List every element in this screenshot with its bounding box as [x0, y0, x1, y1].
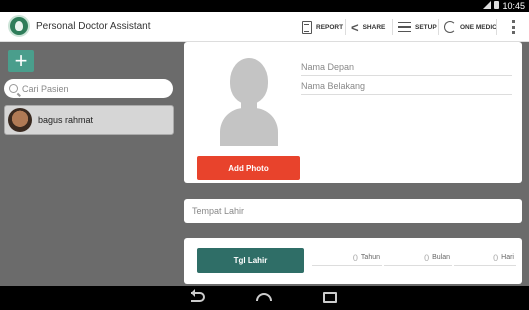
avatar-shoulders-shape — [220, 108, 278, 146]
profile-card: Add Photo — [184, 42, 522, 183]
report-label: REPORT — [316, 23, 344, 31]
battery-icon — [494, 1, 499, 9]
report-icon — [302, 20, 312, 34]
patient-sidebar: + bagus rahmat — [0, 42, 181, 286]
app-logo-icon[interactable] — [8, 15, 30, 37]
birth-date-card: Tgl Lahir 0 Tahun 0 Bulan 0 Hari — [184, 238, 522, 284]
patient-avatar — [8, 108, 32, 132]
sync-icon — [444, 21, 456, 33]
action-bar: Personal Doctor Assistant REPORT < SHARE… — [0, 12, 529, 42]
status-icons — [483, 1, 499, 9]
navigation-bar — [0, 286, 529, 310]
age-days: 0 Hari — [454, 250, 516, 266]
age-days-label: Hari — [501, 254, 514, 261]
status-bar: 10:45 — [0, 0, 529, 12]
divider — [345, 19, 346, 35]
age-months-value: 0 — [424, 252, 430, 263]
profile-photo-placeholder[interactable] — [220, 58, 278, 146]
share-label: SHARE — [362, 23, 386, 31]
one-medic-button[interactable]: ONE MEDIC — [444, 12, 497, 42]
last-name-field[interactable] — [301, 77, 512, 95]
recent-apps-icon[interactable] — [323, 292, 337, 303]
birthplace-card — [184, 199, 522, 223]
divider — [392, 19, 393, 35]
age-months: 0 Bulan — [384, 250, 452, 266]
overflow-menu-icon[interactable] — [512, 20, 515, 34]
age-years: 0 Tahun — [312, 250, 382, 266]
search-input[interactable] — [22, 83, 162, 94]
add-photo-button[interactable]: Add Photo — [197, 156, 300, 180]
patient-list-item[interactable]: bagus rahmat — [4, 105, 174, 135]
age-days-value: 0 — [493, 252, 499, 263]
avatar-head-shape — [230, 58, 268, 104]
search-icon — [9, 84, 18, 93]
patient-name: bagus rahmat — [38, 115, 94, 125]
divider — [496, 19, 497, 35]
birthplace-field[interactable] — [192, 202, 512, 220]
patient-search[interactable] — [4, 79, 173, 98]
age-months-label: Bulan — [432, 254, 450, 261]
back-icon[interactable] — [191, 289, 205, 302]
home-icon[interactable] — [256, 293, 272, 301]
patient-form: Add Photo Tgl Lahir 0 Tahun 0 Bulan 0 Ha… — [181, 42, 529, 286]
setup-icon — [398, 22, 411, 32]
setup-button[interactable]: SETUP — [398, 12, 437, 42]
divider — [438, 19, 439, 35]
birth-date-button[interactable]: Tgl Lahir — [197, 248, 304, 273]
age-years-value: 0 — [352, 252, 358, 263]
setup-label: SETUP — [415, 23, 437, 31]
share-icon: < — [351, 19, 359, 35]
signal-icon — [483, 1, 491, 9]
one-medic-label: ONE MEDIC — [460, 23, 497, 31]
clock: 10:45 — [502, 1, 525, 11]
first-name-field[interactable] — [301, 58, 512, 76]
share-button[interactable]: < SHARE — [351, 12, 385, 42]
report-button[interactable]: REPORT — [302, 12, 343, 42]
age-years-label: Tahun — [360, 254, 380, 261]
add-patient-button[interactable]: + — [8, 50, 34, 72]
app-title: Personal Doctor Assistant — [36, 21, 151, 32]
